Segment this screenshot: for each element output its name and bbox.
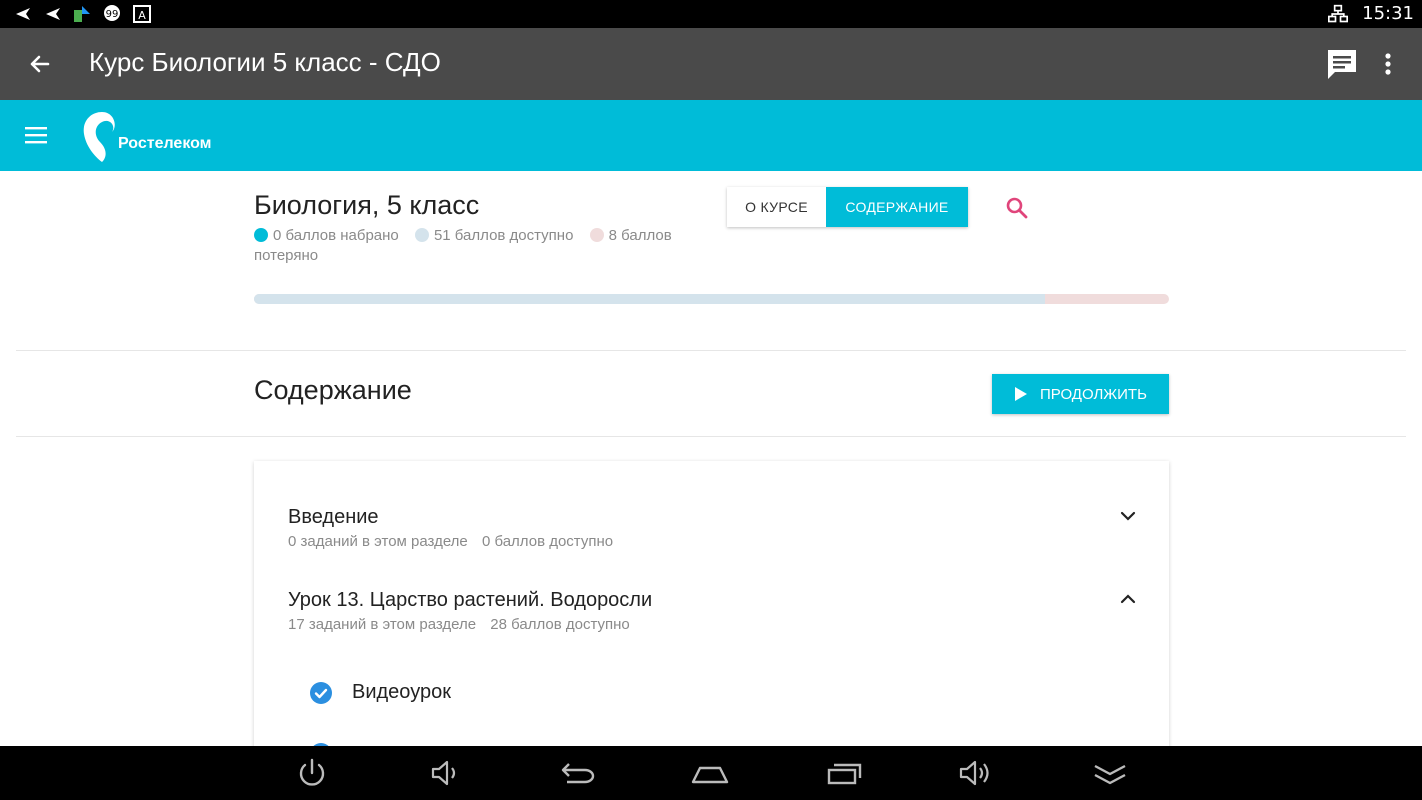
recent-apps-icon[interactable] bbox=[825, 756, 865, 790]
contents-card: Введение 0 заданий в этом разделе 0 балл… bbox=[254, 461, 1169, 765]
app-bar: Курс Биологии 5 класс - СДО bbox=[0, 28, 1422, 100]
search-icon[interactable] bbox=[1004, 195, 1030, 221]
back-arrow-icon[interactable] bbox=[24, 48, 56, 80]
play-icon bbox=[1015, 387, 1027, 401]
lost-dot-icon bbox=[589, 228, 604, 242]
points-legend: 0 баллов набрано 51 баллов доступно 8 ба… bbox=[254, 226, 674, 266]
brand-name: Ростелеком bbox=[118, 135, 212, 152]
svg-text:99: 99 bbox=[106, 9, 119, 20]
section-name: Введение bbox=[288, 506, 379, 528]
divider bbox=[16, 436, 1406, 437]
svg-text:A: A bbox=[138, 9, 146, 22]
section-meta: 0 заданий в этом разделе 0 баллов доступ… bbox=[288, 533, 1138, 550]
back-arrow-icon bbox=[12, 4, 32, 24]
section-name: Урок 13. Царство растений. Водоросли bbox=[288, 589, 653, 611]
collapse-icon[interactable] bbox=[1090, 756, 1130, 790]
network-icon bbox=[1328, 4, 1349, 24]
available-dot-icon bbox=[414, 228, 429, 242]
section-points: 0 баллов доступно bbox=[481, 533, 614, 550]
check-circle-icon bbox=[310, 681, 332, 704]
volume-up-icon[interactable] bbox=[957, 756, 997, 790]
legend-available-label: 51 баллов доступно bbox=[433, 227, 574, 244]
legend-earned: 0 баллов набрано bbox=[254, 227, 399, 244]
clock: 15:31 bbox=[1362, 3, 1414, 24]
chevron-down-icon[interactable] bbox=[1118, 506, 1138, 526]
section-lesson-13[interactable]: Урок 13. Царство растений. Водоросли 17 … bbox=[288, 589, 1138, 633]
section-meta: 17 заданий в этом разделе 28 баллов дост… bbox=[288, 616, 1138, 633]
chat-bubble-icon: 99 bbox=[102, 4, 122, 24]
tab-about[interactable]: О КУРСЕ bbox=[727, 187, 826, 227]
section-intro[interactable]: Введение 0 заданий в этом разделе 0 балл… bbox=[288, 506, 1138, 550]
course-progress-bar bbox=[254, 294, 1169, 304]
page-title: Курс Биологии 5 класс - СДО bbox=[89, 47, 441, 77]
tab-contents[interactable]: СОДЕРЖАНИЕ bbox=[826, 187, 968, 227]
section-heading: Содержание bbox=[254, 375, 412, 405]
section-tasks: 17 заданий в этом разделе bbox=[288, 616, 477, 633]
brand-header: Ростелеком bbox=[0, 100, 1422, 171]
message-icon[interactable] bbox=[1325, 47, 1359, 81]
course-title: Биология, 5 класс bbox=[254, 190, 480, 220]
earned-dot-icon bbox=[254, 228, 268, 242]
a-icon: A bbox=[132, 4, 152, 24]
continue-label: ПРОДОЛЖИТЬ bbox=[1040, 385, 1147, 403]
back-arrow-icon bbox=[42, 4, 62, 24]
progress-available-fill bbox=[254, 294, 1045, 304]
course-tabs: О КУРСЕ СОДЕРЖАНИЕ bbox=[727, 187, 968, 227]
continue-button[interactable]: ПРОДОЛЖИТЬ bbox=[992, 374, 1169, 414]
power-icon[interactable] bbox=[292, 756, 332, 790]
more-vert-icon[interactable] bbox=[1376, 50, 1400, 80]
lesson-item[interactable]: Видеоурок bbox=[310, 681, 451, 704]
section-tasks: 0 заданий в этом разделе bbox=[288, 533, 468, 550]
status-bar: 99 A 15:31 bbox=[0, 0, 1422, 28]
system-nav-bar bbox=[0, 746, 1422, 800]
lesson-name: Видеоурок bbox=[352, 681, 451, 703]
divider bbox=[16, 350, 1406, 351]
back-icon[interactable] bbox=[557, 756, 597, 790]
home-icon[interactable] bbox=[690, 756, 730, 790]
volume-down-icon[interactable] bbox=[424, 756, 464, 790]
app-icon bbox=[72, 4, 92, 24]
legend-available: 51 баллов доступно bbox=[414, 227, 574, 244]
chevron-up-icon[interactable] bbox=[1118, 589, 1138, 609]
menu-icon[interactable] bbox=[24, 124, 48, 146]
section-points: 28 баллов доступно bbox=[490, 616, 630, 633]
legend-earned-label: 0 баллов набрано bbox=[273, 227, 399, 244]
